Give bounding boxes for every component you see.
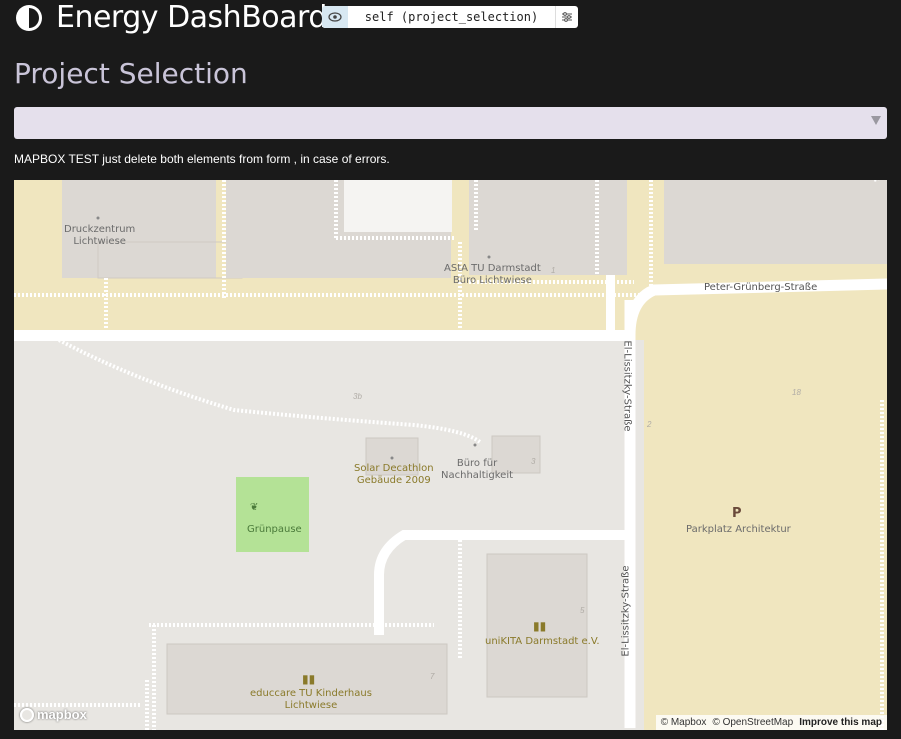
map[interactable]: Druckzentrum Lichtwiese AStA TU Darmstad…	[14, 180, 887, 730]
label-gruenpause: Grünpause	[247, 524, 302, 535]
building-asta	[469, 180, 627, 275]
label-buero: Büro für Nachhaltigkeit	[441, 458, 514, 481]
label-unikita: uniKITA Darmstadt e.V.	[485, 636, 600, 647]
parking-icon: P	[732, 506, 742, 521]
sand-area-right	[644, 290, 887, 730]
project-select[interactable]	[14, 107, 887, 139]
label-peter-gruenberg: Peter-Grünberg-Straße	[704, 282, 818, 293]
label-asta: AStA TU Darmstadt Büro Lichtwiese	[444, 263, 541, 286]
label-druckzentrum: Druckzentrum Lichtwiese	[64, 224, 136, 247]
house-number: 3	[531, 457, 536, 466]
house-number: 1	[551, 266, 556, 275]
sliders-icon[interactable]	[555, 6, 578, 28]
mapbox-logo[interactable]: mapbox	[20, 707, 87, 722]
house-number: 18	[792, 388, 801, 397]
road-horizontal	[14, 330, 630, 341]
mapbox-icon	[20, 707, 34, 722]
park-gruenpause	[236, 477, 309, 552]
cell-name: self (project_selection)	[364, 10, 539, 24]
map-attribution: © Mapbox © OpenStreetMap Improve this ma…	[655, 715, 887, 730]
section-title: Project Selection	[14, 57, 248, 90]
attribution-mapbox[interactable]: © Mapbox	[661, 717, 707, 728]
improve-map-link[interactable]: Improve this map	[799, 717, 882, 728]
attribution-osm[interactable]: © OpenStreetMap	[712, 717, 793, 728]
label-lissitzky-1: El-Lissitzky-Straße	[621, 340, 633, 432]
label-lissitzky-2: El-Lissitzky-Straße	[620, 565, 632, 657]
cell-selector[interactable]: self (project_selection)	[322, 6, 578, 28]
leaf-icon: ❦	[250, 502, 259, 513]
building-top-right	[664, 180, 887, 264]
label-parkplatz: Parkplatz Architektur	[686, 524, 791, 535]
house-number: 5	[580, 606, 585, 615]
eye-icon[interactable]	[322, 6, 348, 28]
house-number: 7	[430, 672, 435, 681]
half-circle-icon	[16, 5, 42, 31]
school-icon: ▮▮	[302, 672, 316, 686]
chevron-down-icon[interactable]	[871, 116, 881, 125]
app-header: Energy DashBoard self (project_selection…	[0, 0, 901, 38]
house-number: 3b	[353, 392, 362, 401]
label-educcare: educcare TU Kinderhaus Lichtwiese	[250, 688, 372, 711]
mapbox-note: MAPBOX TEST just delete both elements fr…	[14, 152, 390, 166]
label-solar: Solar Decathlon Gebäude 2009	[354, 463, 434, 486]
house-number: 2	[647, 420, 652, 429]
building-white	[344, 180, 452, 232]
school-icon: ▮▮	[533, 619, 547, 633]
app-title: Energy DashBoard	[56, 0, 327, 35]
